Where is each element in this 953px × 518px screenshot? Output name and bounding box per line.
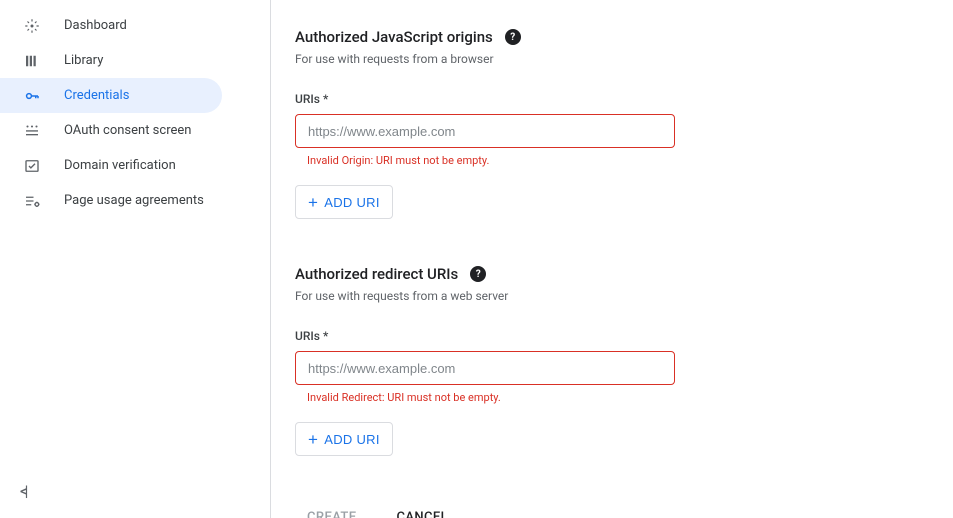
section-title: Authorized JavaScript origins [295,28,493,46]
section-redirect-uris: Authorized redirect URIs ? For use with … [295,265,913,456]
add-uri-label: ADD URI [324,432,380,447]
domain-verification-icon [22,156,42,176]
dashboard-icon [22,16,42,36]
field-label: URIs * [295,329,913,343]
section-title: Authorized redirect URIs [295,265,458,283]
add-js-origin-uri-button[interactable]: + ADD URI [295,185,393,219]
add-uri-label: ADD URI [324,195,380,210]
error-message: Invalid Origin: URI must not be empty. [307,154,913,167]
redirect-uri-input[interactable] [295,351,675,385]
add-redirect-uri-button[interactable]: + ADD URI [295,422,393,456]
section-js-origins: Authorized JavaScript origins ? For use … [295,28,913,219]
sidebar-item-dashboard[interactable]: Dashboard [0,8,222,43]
sidebar-item-label: Page usage agreements [64,193,204,208]
footer-actions: CREATE CANCEL [295,502,913,518]
sidebar-item-oauth-consent[interactable]: OAuth consent screen [0,113,222,148]
cancel-button[interactable]: CANCEL [397,510,449,518]
plus-icon: + [308,431,318,448]
sidebar-item-credentials[interactable]: Credentials [0,78,222,113]
sidebar-item-label: OAuth consent screen [64,123,191,138]
sidebar-item-label: Dashboard [64,18,127,33]
field-label: URIs * [295,92,913,106]
sidebar-item-page-usage[interactable]: Page usage agreements [0,183,222,218]
key-icon [22,86,42,106]
sidebar-item-label: Domain verification [64,158,176,173]
help-icon[interactable]: ? [505,29,521,45]
js-origin-uri-input[interactable] [295,114,675,148]
sidebar: Dashboard Library Credentials [0,0,260,518]
sidebar-item-library[interactable]: Library [0,43,222,78]
create-button[interactable]: CREATE [307,510,357,518]
sidebar-item-label: Library [64,53,103,68]
consent-icon [22,121,42,141]
help-icon[interactable]: ? [470,266,486,282]
page-usage-icon [22,191,42,211]
sidebar-item-label: Credentials [64,88,129,103]
error-message: Invalid Redirect: URI must not be empty. [307,391,913,404]
sidebar-item-domain-verification[interactable]: Domain verification [0,148,222,183]
section-subtitle: For use with requests from a browser [295,52,913,66]
library-icon [22,51,42,71]
section-subtitle: For use with requests from a web server [295,289,913,303]
collapse-sidebar-button[interactable]: <| [20,482,25,500]
main-content: Authorized JavaScript origins ? For use … [271,0,953,518]
plus-icon: + [308,194,318,211]
